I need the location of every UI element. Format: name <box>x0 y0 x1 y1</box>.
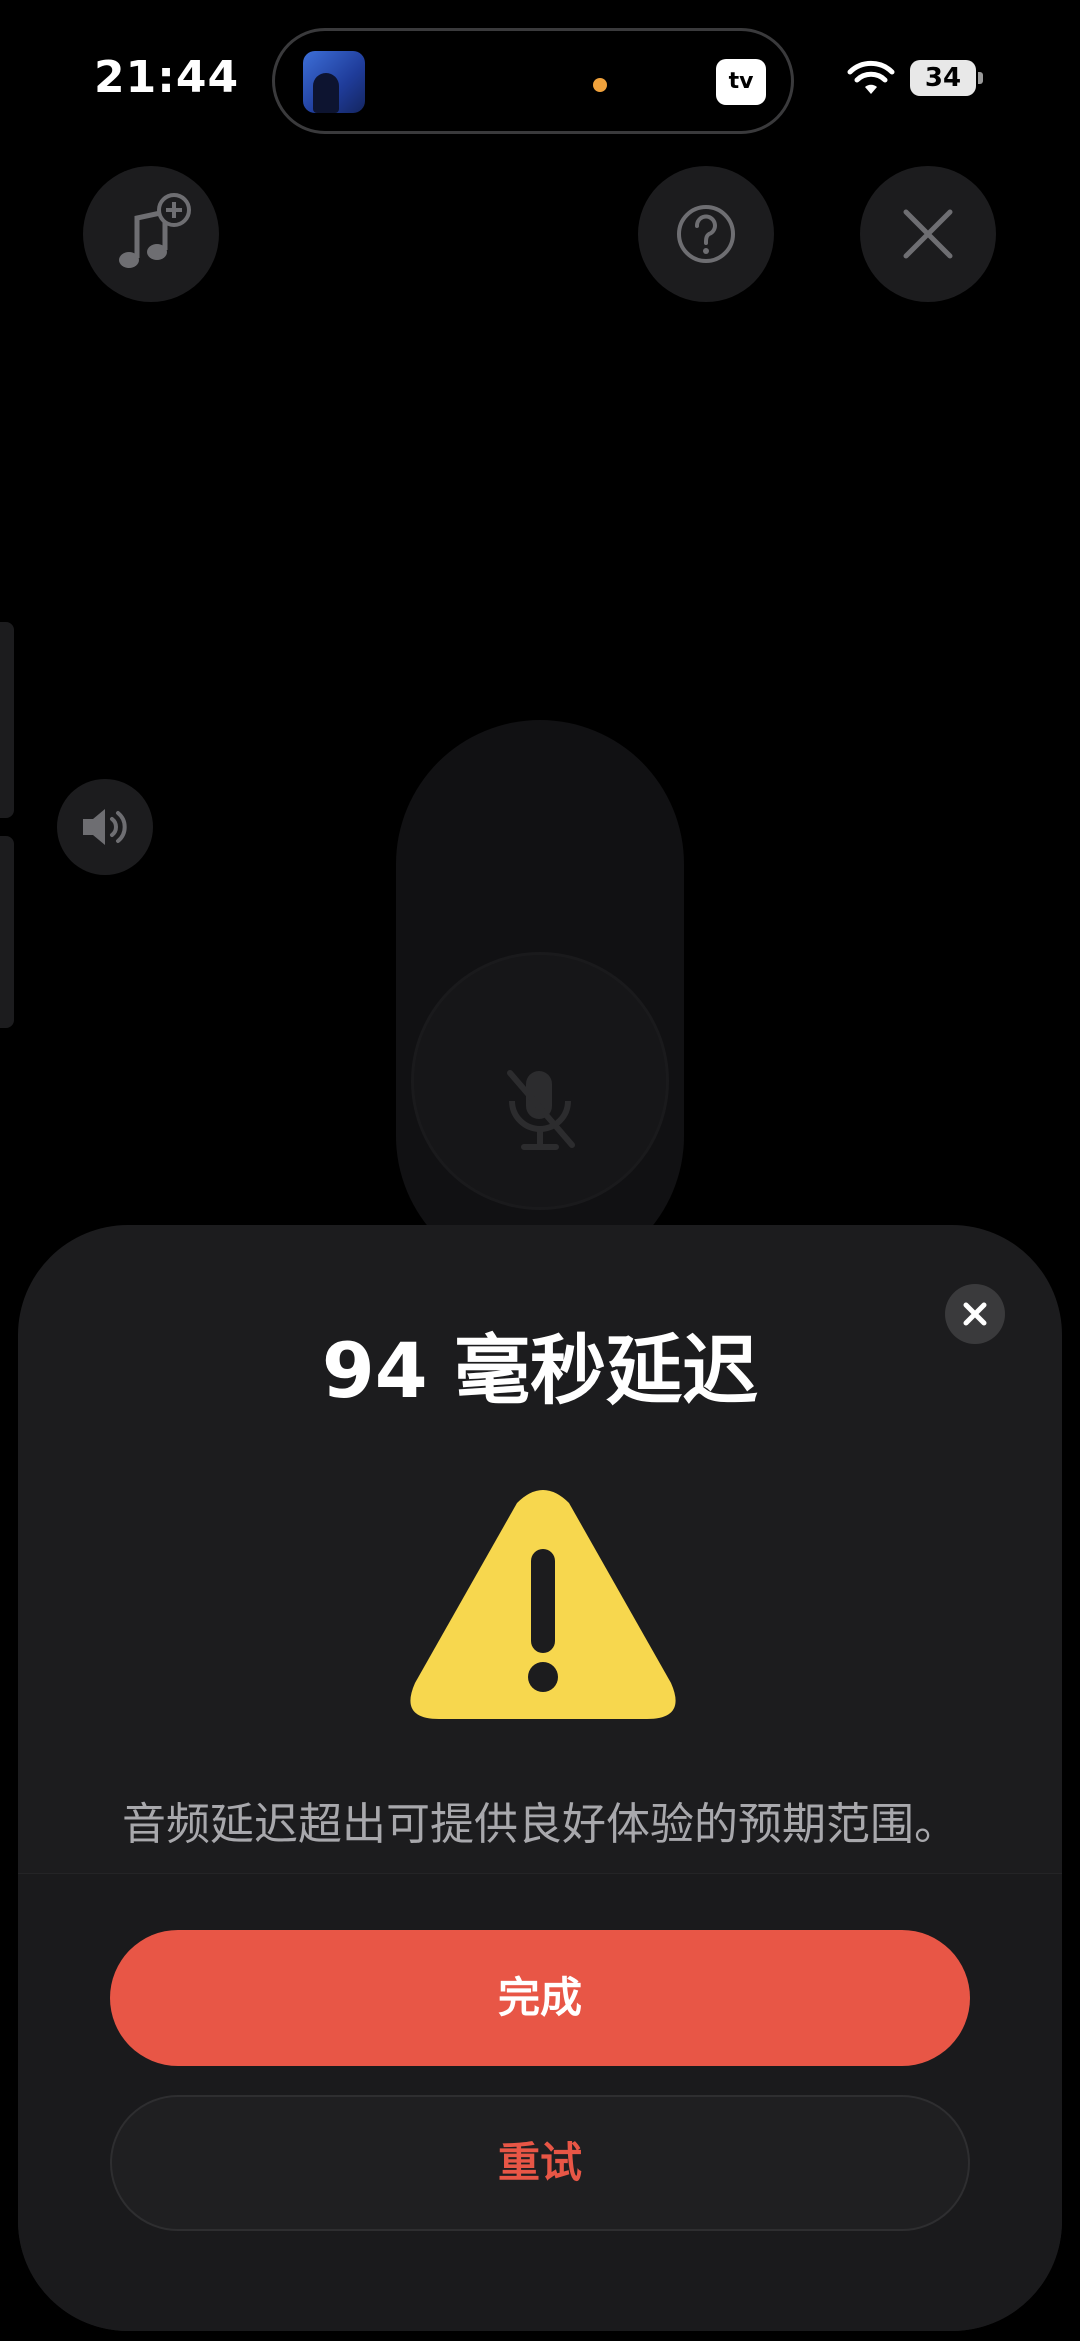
close-icon <box>903 209 953 259</box>
album-art-thumbnail <box>303 51 365 113</box>
close-button[interactable] <box>860 166 996 302</box>
sheet-message: 音频延迟超出可提供良好体验的预期范围。 <box>122 1799 958 1850</box>
apple-tv-label: tv <box>728 69 754 94</box>
add-music-icon <box>119 193 191 268</box>
side-handle-lower[interactable] <box>0 836 14 1028</box>
apple-tv-icon: tv <box>716 59 766 105</box>
battery-icon: 34 <box>910 60 976 96</box>
battery-level: 34 <box>924 63 962 93</box>
speaker-icon <box>83 809 127 845</box>
mic-toggle-button[interactable] <box>414 955 666 1207</box>
speaker-button[interactable] <box>57 779 153 875</box>
warning-triangle-icon <box>410 1490 676 1719</box>
side-handle-upper[interactable] <box>0 622 14 818</box>
help-icon <box>677 205 735 263</box>
done-button[interactable]: 完成 <box>110 1930 970 2066</box>
status-time: 21:44 <box>94 52 240 103</box>
help-button[interactable] <box>638 166 774 302</box>
retry-button[interactable]: 重试 <box>110 2095 970 2231</box>
battery-nub <box>978 72 983 84</box>
add-music-button[interactable] <box>83 166 219 302</box>
recording-indicator-dot <box>593 78 607 92</box>
mic-muted-icon <box>507 1070 575 1150</box>
dynamic-island[interactable]: tv <box>272 28 794 134</box>
wifi-icon <box>847 60 895 94</box>
sheet-title: 94 毫秒延迟 <box>321 1326 759 1415</box>
latency-result-sheet: 94 毫秒延迟 音频延迟超出可提供良好体验的预期范围。 完成 重试 <box>18 1225 1062 2331</box>
